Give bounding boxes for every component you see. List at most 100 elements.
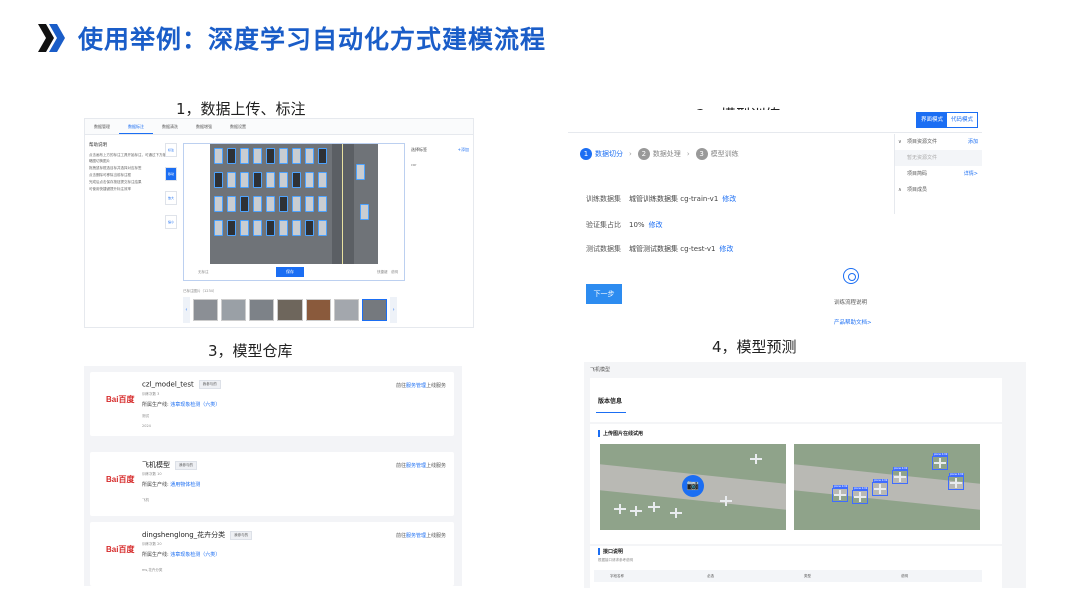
label-status: 无标注 bbox=[198, 270, 209, 274]
label-tool-button[interactable]: 标注 bbox=[165, 143, 177, 157]
details-link[interactable]: 详情> bbox=[964, 166, 978, 182]
tab-data-manage[interactable]: 数据管理 bbox=[85, 119, 119, 134]
step-data-split[interactable]: 1 数据切分 bbox=[580, 148, 623, 160]
training-flow-link[interactable]: 训练流程说明 bbox=[834, 298, 867, 306]
label-toolbar: 标注 移动 放大 缩小 bbox=[165, 143, 179, 239]
train-count: 训练次数 10 bbox=[142, 472, 162, 476]
thumbnail-next-button[interactable]: › bbox=[390, 297, 397, 323]
zoom-out-button[interactable]: 缩小 bbox=[165, 215, 177, 229]
thumbnail[interactable] bbox=[277, 299, 303, 321]
model-name: 飞机模型 我参与的 bbox=[142, 460, 197, 470]
deploy-action: 前往服务管理上线服务 bbox=[395, 533, 446, 539]
project-members-item[interactable]: ∧ 项目成员 bbox=[895, 182, 982, 198]
add-resource-link[interactable]: 添加 bbox=[968, 134, 978, 150]
model-name: 飞机模型 bbox=[590, 367, 611, 373]
next-step-button[interactable]: 下一步 bbox=[586, 284, 622, 304]
test-dataset-row: 测试数据集 城管测试数据集 cg-test-v1 修改 bbox=[586, 245, 734, 253]
add-label-button[interactable]: +添加 bbox=[458, 147, 469, 153]
project-resource-item[interactable]: ∨ 项目资源文件 添加 bbox=[895, 134, 982, 150]
thumbnail[interactable] bbox=[249, 299, 275, 321]
col-field-name: 字段名称 bbox=[610, 573, 624, 578]
service-manage-link[interactable]: 服务管理 bbox=[406, 383, 426, 389]
tab-data-label[interactable]: 数据标注 bbox=[119, 119, 153, 134]
caption-repo: 3，模型仓库 bbox=[208, 342, 293, 360]
edit-link[interactable]: 修改 bbox=[649, 221, 663, 229]
service-manage-link[interactable]: 服务管理 bbox=[406, 533, 426, 539]
thumbnail[interactable] bbox=[305, 299, 331, 321]
prediction-result-image: plane 0.99 plane 0.99 plane 0.99 plane 0… bbox=[794, 444, 980, 530]
tab-version-info[interactable]: 版本信息 bbox=[598, 396, 622, 405]
model-tag: 测试 bbox=[142, 414, 149, 418]
upload-section: 上传图片在线试用 📷 plane 0.99 plane 0.99 plane 0… bbox=[590, 424, 1002, 544]
model-repo-screenshot: Bai百度 czl_model_test 我参与的 训练次数 3 所属生产线: 违… bbox=[84, 366, 462, 586]
help-item: 点击画布上方的标注工具开始标注，可通过下方缩略图切换图片 bbox=[89, 153, 166, 163]
edit-link[interactable]: 修改 bbox=[719, 245, 733, 253]
help-panel: 帮助说明 点击画布上方的标注工具开始标注，可通过下方缩略图切换图片 拖拽鼠标框选… bbox=[89, 143, 167, 193]
deploy-action: 前往服务管理上线服务 bbox=[395, 463, 446, 469]
help-item: 完成后点击保存按钮提交标注结果 bbox=[89, 180, 142, 184]
baidu-logo: Bai百度 bbox=[106, 545, 135, 554]
help-item: 可使用快捷键提升标注效率 bbox=[89, 187, 131, 191]
model-name: czl_model_test 我参与的 bbox=[142, 380, 221, 389]
label-item[interactable]: car bbox=[411, 163, 469, 167]
help-item: 点击删除可移除当前标注框 bbox=[89, 173, 131, 177]
zoom-in-button[interactable]: 放大 bbox=[165, 191, 177, 205]
model-tag: ms,花卉分类 bbox=[142, 568, 163, 572]
help-item: 拖拽鼠标框选目标并选择对应标签 bbox=[89, 166, 142, 170]
model-tag: 飞机 bbox=[142, 498, 149, 502]
version-section: 版本信息 bbox=[590, 378, 1002, 422]
col-type: 类型 bbox=[804, 573, 811, 578]
train-count: 训练次数 3 bbox=[142, 392, 160, 396]
chevron-up-icon: ∧ bbox=[898, 187, 902, 193]
edit-link[interactable]: 修改 bbox=[722, 195, 736, 203]
move-tool-button[interactable]: 移动 bbox=[165, 167, 177, 181]
service-manage-link[interactable]: 服务管理 bbox=[406, 463, 426, 469]
production-line: 所属生产线: 通用物体检测 bbox=[142, 482, 201, 488]
participation-badge: 我参与的 bbox=[230, 530, 253, 540]
save-label-button[interactable]: 保存 bbox=[276, 267, 304, 277]
thumbnail[interactable] bbox=[192, 299, 218, 321]
api-subtitle: 根据接口请求参考说明 bbox=[598, 558, 633, 562]
model-card[interactable]: Bai百度 czl_model_test 我参与的 训练次数 3 所属生产线: 违… bbox=[90, 372, 454, 436]
tab-data-clean[interactable]: 数据清洗 bbox=[153, 119, 187, 134]
camera-icon[interactable]: 📷 bbox=[682, 475, 704, 497]
participation-badge: 我参与的 bbox=[198, 380, 221, 389]
shortcut-hint[interactable]: 快捷键 说明 bbox=[377, 270, 398, 275]
upload-image-area[interactable]: 📷 bbox=[600, 444, 786, 530]
tab-data-settings[interactable]: 数据设置 bbox=[221, 119, 255, 134]
code-mode-button[interactable]: 代码模式 bbox=[947, 113, 977, 127]
project-side-panel: ∨ 项目资源文件 添加 暂无资源文件 项目简码 详情> ∧ 项目成员 bbox=[894, 134, 982, 214]
tab-data-augment[interactable]: 数据增强 bbox=[187, 119, 221, 134]
caption-upload: 1，数据上传、标注 bbox=[176, 100, 306, 118]
parking-lot-image[interactable] bbox=[210, 144, 378, 264]
thumbnail[interactable] bbox=[333, 299, 359, 321]
empty-resource-item: 暂无资源文件 bbox=[895, 150, 982, 166]
training-screenshot: 界面模式 代码模式 1 数据切分 › 2 数据处理 › 3 模型训练 训练数据集 城管训… bbox=[568, 110, 982, 330]
baidu-logo: Bai百度 bbox=[106, 395, 135, 404]
flow-icon bbox=[843, 268, 859, 284]
baidu-logo: Bai百度 bbox=[106, 475, 135, 484]
chevron-right-icon: › bbox=[629, 150, 632, 158]
training-steps: 1 数据切分 › 2 数据处理 › 3 模型训练 bbox=[580, 148, 745, 160]
deploy-action: 前往服务管理上线服务 bbox=[395, 383, 446, 389]
chevron-down-icon: ∨ bbox=[898, 139, 902, 145]
production-line: 所属生产线: 违章现象检测（六类） bbox=[142, 402, 221, 408]
col-description: 说明 bbox=[901, 573, 908, 578]
model-card[interactable]: Bai百度 飞机模型 我参与的 训练次数 10 所属生产线: 通用物体检测 飞机 … bbox=[90, 452, 454, 516]
thumbnail-strip: ‹ › bbox=[183, 297, 397, 323]
participation-badge: 我参与的 bbox=[175, 460, 197, 470]
thumbnail-prev-button[interactable]: ‹ bbox=[183, 297, 190, 323]
help-title: 帮助说明 bbox=[89, 143, 107, 148]
project-code-item[interactable]: 项目简码 详情> bbox=[895, 166, 982, 182]
thumbnail-selected[interactable] bbox=[361, 299, 388, 321]
step-model-train[interactable]: 3 模型训练 bbox=[695, 148, 739, 160]
label-canvas-frame: 无标注 保存 快捷键 说明 bbox=[183, 143, 405, 281]
step-data-process[interactable]: 2 数据处理 bbox=[637, 148, 681, 160]
api-section: 接口说明 根据接口请求参考说明 字段名称 必选 类型 说明 bbox=[590, 546, 1002, 588]
thumbnail[interactable] bbox=[220, 299, 247, 321]
ui-mode-button[interactable]: 界面模式 bbox=[916, 113, 947, 127]
label-side-panel: 选择标签 +添加 car bbox=[407, 143, 473, 281]
thumbnail-count: 已标注图片（1234） bbox=[183, 289, 217, 293]
product-doc-link[interactable]: 产品帮助文档> bbox=[834, 318, 872, 326]
model-card[interactable]: Bai百度 dingshenglong_花卉分类 我参与的 训练次数 20 所属生… bbox=[90, 522, 454, 586]
